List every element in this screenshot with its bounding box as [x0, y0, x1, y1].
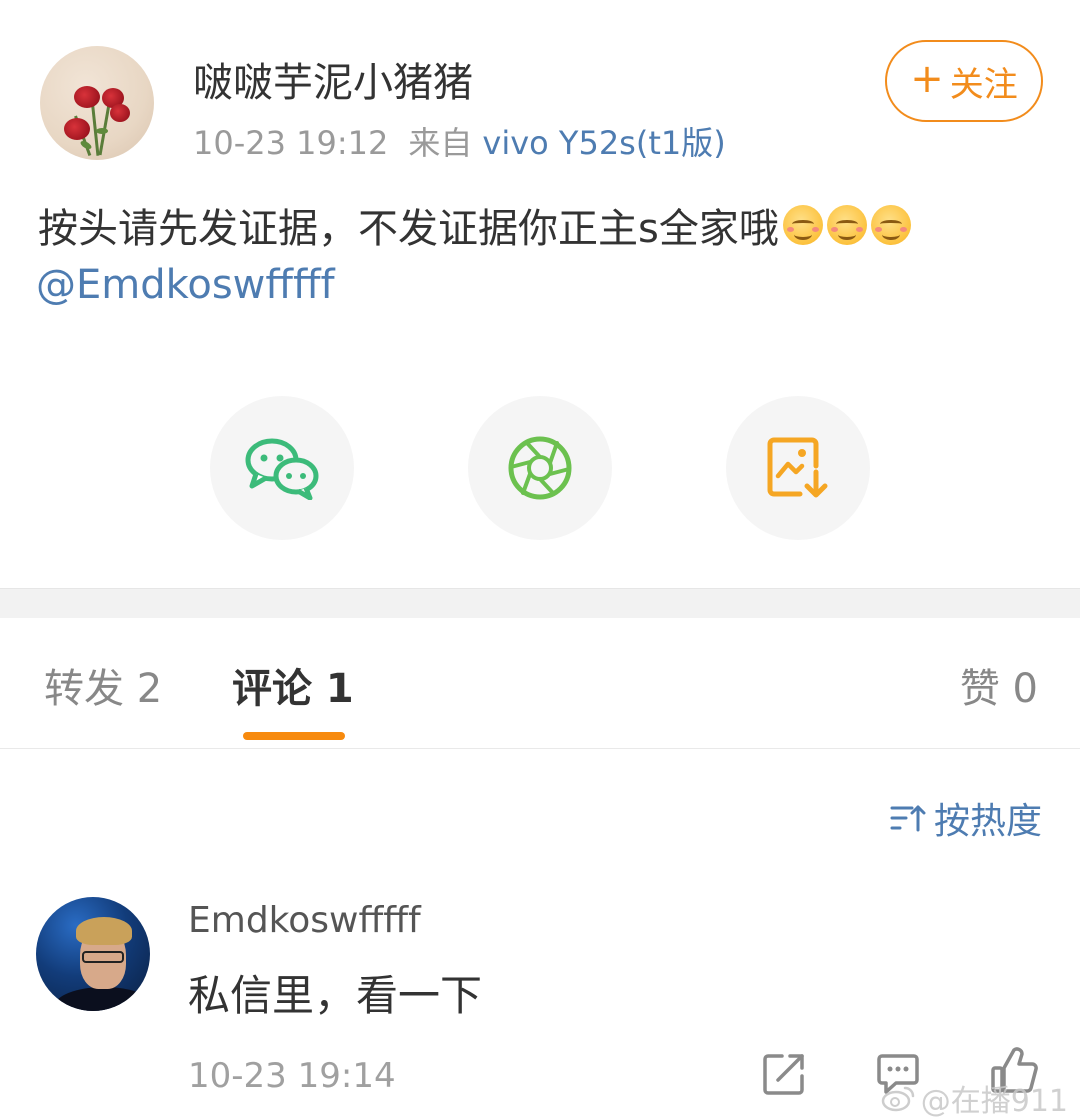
tabs-divider — [0, 748, 1080, 749]
post-author-name[interactable]: 啵啵芋泥小猪猪 — [193, 50, 473, 108]
tab-like[interactable]: 赞 0 — [960, 656, 1038, 714]
tab-comment[interactable]: 评论 1 — [232, 656, 354, 714]
rose-flower — [64, 118, 90, 140]
rose-flower — [74, 86, 100, 108]
comment-time: 10-23 19:14 — [188, 1056, 396, 1096]
post-author-avatar[interactable] — [40, 46, 154, 160]
smile-emoji-icon — [782, 205, 823, 245]
post-from-label: 来自 — [408, 124, 473, 162]
sort-by-heat-button[interactable]: 按热度 — [890, 792, 1042, 844]
wechat-icon — [245, 438, 319, 500]
sort-label: 按热度 — [933, 801, 1042, 842]
follow-label: 关注 — [949, 64, 1018, 105]
commenter-name[interactable]: Emdkoswfffff — [188, 900, 421, 941]
tab-repost[interactable]: 转发 2 — [44, 656, 162, 714]
post-source[interactable]: vivo Y52s(t1版) — [482, 124, 725, 162]
follow-button[interactable]: + 关注 — [885, 40, 1043, 122]
moments-icon — [508, 436, 572, 500]
comment-text: 私信里，看一下 — [188, 971, 483, 1020]
mention-link[interactable]: @Emdkoswfffff — [36, 262, 335, 308]
post-header: 啵啵芋泥小猪猪 10-23 19:12 来自 vivo Y52s(t1版) + 关注 — [0, 0, 1080, 170]
section-divider — [0, 588, 1080, 618]
smile-emoji-icon — [870, 205, 911, 245]
post-meta: 10-23 19:12 来自 vivo Y52s(t1版) — [193, 118, 726, 164]
save-image-button[interactable] — [726, 396, 870, 540]
rose-flower — [110, 104, 130, 122]
watermark: @在播911 — [881, 1076, 1068, 1119]
plus-icon: + — [910, 56, 944, 102]
repost-icon[interactable] — [762, 1052, 806, 1096]
post-time: 10-23 19:12 — [193, 124, 389, 162]
share-wechat-button[interactable] — [210, 396, 354, 540]
commenter-avatar[interactable] — [36, 897, 150, 1011]
weibo-logo-icon — [881, 1086, 914, 1112]
watermark-text: @在播911 — [920, 1084, 1068, 1119]
sort-icon — [890, 805, 926, 832]
active-tab-indicator — [243, 732, 345, 740]
smile-emoji-icon — [826, 205, 867, 245]
rose-leaf — [96, 128, 108, 134]
post-text: 按头请先发证据，不发证据你正主s全家哦 — [38, 196, 911, 254]
share-moments-button[interactable] — [468, 396, 612, 540]
save-image-icon — [767, 437, 828, 498]
post-text-content: 按头请先发证据，不发证据你正主s全家哦 — [38, 206, 779, 252]
